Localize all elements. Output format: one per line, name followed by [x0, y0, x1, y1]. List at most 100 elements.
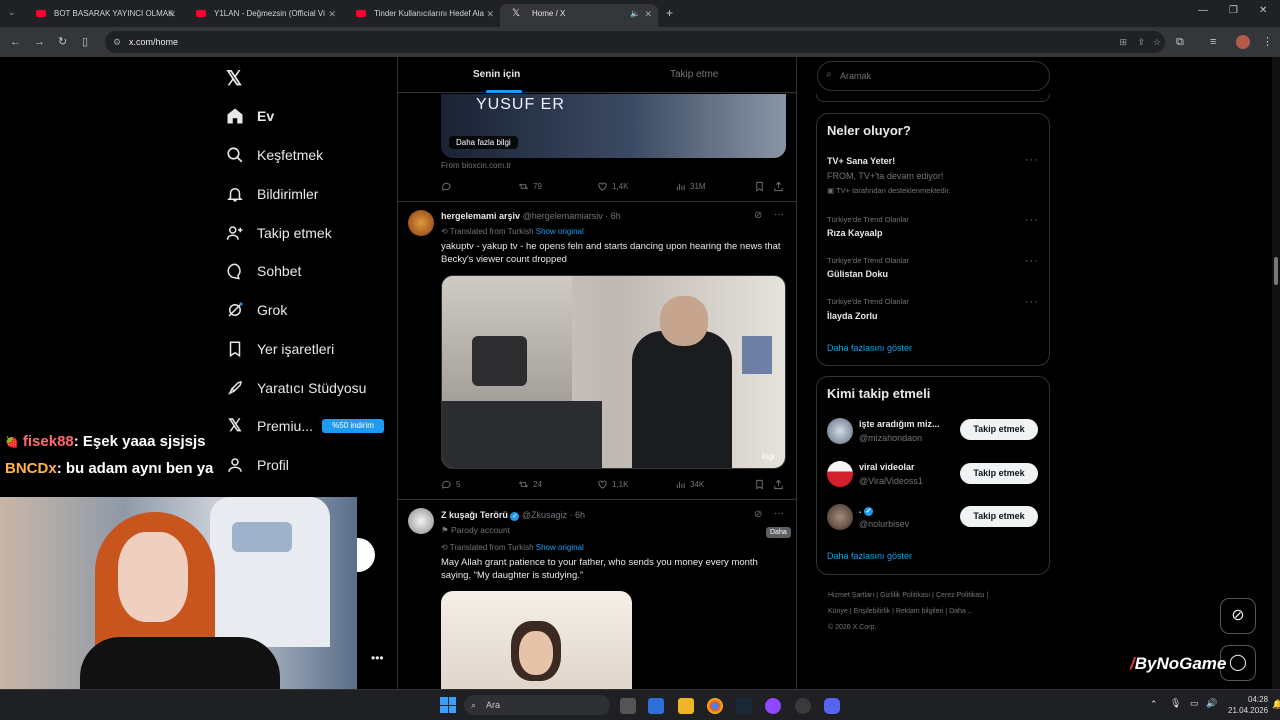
trend-more-icon[interactable]: ··· [1025, 154, 1039, 166]
learn-more-button[interactable]: Daha fazla bilgi [449, 136, 518, 149]
minimize-button[interactable]: — [1198, 5, 1208, 16]
file-explorer-icon[interactable] [678, 698, 694, 714]
install-icon[interactable]: ⇪ [1137, 31, 1145, 53]
nav-home[interactable]: Ev [226, 103, 274, 129]
steam-icon[interactable] [736, 698, 752, 714]
author-handle[interactable]: @hergelemamiarsiv · 6h [523, 211, 621, 221]
address-bar[interactable]: ⚙ x.com/home ⊞ ⇪ ☆ [105, 31, 1165, 53]
show-original-link[interactable]: Show original [536, 543, 584, 552]
close-tab-icon[interactable]: ✕ [168, 4, 176, 24]
trend-more-icon[interactable]: ··· [1025, 296, 1039, 308]
microphone-icon[interactable]: 🎙 [1170, 698, 1181, 709]
back-arrow-icon[interactable]: ← [10, 35, 21, 49]
tab-for-you[interactable]: Senin için [473, 69, 520, 80]
tray-expand-icon[interactable]: ⌃ [1150, 699, 1158, 710]
task-view-icon[interactable] [620, 698, 636, 714]
promoted-video[interactable]: YUSUF ER Daha fazla bilgi [441, 94, 786, 158]
show-more-link[interactable]: Daha fazlasını göster [827, 551, 912, 561]
share-icon[interactable] [773, 479, 788, 490]
author-handle[interactable]: @Zkusagiz · 6h [522, 510, 585, 520]
chrome-icon[interactable] [707, 698, 723, 714]
avatar[interactable] [827, 504, 853, 530]
search-box[interactable]: ⌕ Aramak [817, 61, 1050, 91]
trend-more-icon[interactable]: ··· [1025, 214, 1039, 226]
media-icon[interactable]: ≡ [1210, 35, 1216, 49]
page-scrollbar[interactable] [1272, 57, 1280, 689]
tab-following[interactable]: Takip etme [670, 69, 718, 80]
author-name[interactable]: Z kuşağı Terörü [441, 510, 508, 520]
views-button[interactable]: 34K [675, 479, 704, 490]
views-button[interactable]: 31M [675, 181, 706, 192]
menu-icon[interactable]: ⋮ [1262, 35, 1273, 49]
repost-button[interactable]: 79 [518, 181, 542, 192]
translate-icon[interactable]: ⊞ [1119, 31, 1127, 53]
extensions-icon[interactable]: ⧉ [1176, 35, 1184, 49]
avatar[interactable] [827, 461, 853, 487]
grok-post-icon[interactable]: ⊘ [754, 509, 762, 520]
split-view-icon[interactable]: ▯ [82, 35, 88, 49]
suggested-name[interactable]: işte aradığım miz... [859, 419, 940, 429]
speaker-icon[interactable]: 🔈 [630, 4, 640, 24]
bookmark-post-icon[interactable] [754, 479, 769, 490]
footer-link[interactable]: Hizmet Şartları [828, 592, 874, 599]
suggested-name-row[interactable]: . ✓ [859, 505, 874, 516]
browser-tab-3[interactable]: Tinder Kullanıcılarını Hedef Ala ✕ [342, 4, 500, 27]
author-name[interactable]: hergelemami arşiv [441, 211, 520, 221]
windows-start-icon[interactable] [440, 697, 456, 713]
x-logo-icon[interactable]: 𝕏 [226, 66, 242, 91]
scrollbar-thumb[interactable] [1274, 257, 1278, 285]
browser-tab-active[interactable]: 𝕏 Home / X 🔈 ✕ [500, 4, 658, 27]
footer-more-link[interactable]: Daha ... [949, 608, 974, 615]
nav-profile[interactable]: Profil [226, 452, 289, 478]
notification-bell-icon[interactable]: 🔔 [1272, 699, 1280, 710]
obs-icon[interactable] [765, 698, 781, 714]
follow-button[interactable]: Takip etmek [960, 506, 1038, 527]
tab-search-icon[interactable]: ⌄ [8, 7, 16, 18]
trend-title[interactable]: İlayda Zorlu [827, 311, 878, 321]
maximize-button[interactable]: ❐ [1229, 5, 1238, 16]
show-more-link[interactable]: Daha fazlasını göster [827, 343, 912, 353]
post-more-icon[interactable]: ··· [774, 209, 784, 220]
grok-post-icon[interactable]: ⊘ [754, 210, 762, 221]
settings-icon[interactable] [795, 698, 811, 714]
avatar[interactable] [408, 210, 434, 236]
tab-list-button[interactable] [0, 4, 8, 27]
nav-notifications[interactable]: Bildirimler [226, 181, 318, 207]
repost-button[interactable]: 24 [518, 479, 542, 490]
nav-explore[interactable]: Keşfetmek [226, 142, 323, 168]
browser-tab-2[interactable]: Y1LAN - Değmezsin (Official Vi ✕ [182, 4, 342, 27]
footer-link[interactable]: Gizlilik Politikası [880, 592, 930, 599]
like-button[interactable]: 1,1K [597, 479, 628, 490]
post-more-icon[interactable]: ··· [774, 508, 784, 519]
display-icon[interactable]: ▭ [1190, 698, 1199, 709]
suggested-handle[interactable]: @ViralVideoss1 [859, 476, 923, 486]
site-info-icon[interactable]: ⚙ [113, 31, 121, 53]
suggested-handle[interactable]: @mizahondaon [859, 433, 922, 443]
footer-link[interactable]: Reklam bilgileri [896, 608, 943, 615]
trend-more-icon[interactable]: ··· [1025, 255, 1039, 267]
close-tab-icon[interactable]: ✕ [644, 4, 652, 24]
like-button[interactable]: 1,4K [597, 181, 628, 192]
nav-grok[interactable]: Grok [226, 297, 287, 323]
show-original-link[interactable]: Show original [536, 227, 584, 236]
avatar[interactable] [408, 508, 434, 534]
footer-link[interactable]: Çerez Politikası [936, 592, 985, 599]
nav-follow[interactable]: Takip etmek [226, 220, 332, 246]
taskbar-search[interactable]: ⌕ Ara [464, 695, 610, 715]
browser-tab-1[interactable]: BOT BASARAK YAYINCI OLMAK ✕ [22, 4, 182, 27]
close-window-button[interactable]: ✕ [1259, 5, 1267, 16]
trend-title[interactable]: Rıza Kayaalp [827, 228, 883, 238]
new-tab-button[interactable]: + [666, 6, 673, 20]
follow-button[interactable]: Takip etmek [960, 419, 1038, 440]
post-image[interactable] [441, 591, 632, 689]
post-video[interactable]: logi [441, 275, 786, 469]
scroll-button[interactable] [357, 538, 375, 572]
trend-title[interactable]: Gülistan Doku [827, 269, 888, 279]
bookmark-post-icon[interactable] [754, 181, 769, 192]
avatar[interactable] [827, 418, 853, 444]
bookmark-star-icon[interactable]: ☆ [1153, 31, 1161, 53]
footer-link[interactable]: Künye [828, 608, 848, 615]
reply-button[interactable]: 5 [441, 479, 460, 490]
nav-creator-studio[interactable]: Yaratıcı Stüdyosu [226, 375, 366, 401]
reload-icon[interactable]: ↻ [58, 35, 67, 49]
